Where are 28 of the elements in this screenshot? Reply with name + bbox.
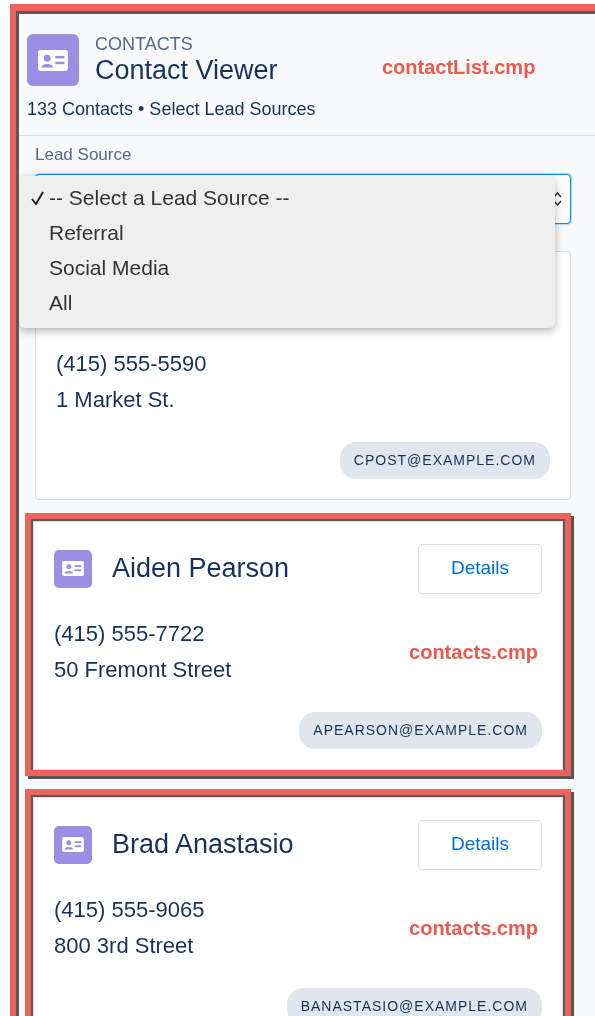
field-label: Lead Source bbox=[35, 144, 133, 166]
annotation-label: contactList.cmp bbox=[382, 55, 536, 80]
street-address: 1 Market St. bbox=[56, 385, 176, 414]
dropdown-option[interactable]: -- Select a Lead Source -- bbox=[19, 180, 555, 215]
email-badge: BANASTASIO@EXAMPLE.COM bbox=[286, 987, 542, 1016]
details-button[interactable]: Details bbox=[418, 543, 542, 594]
contact-name: Brad Anastasio bbox=[112, 828, 294, 862]
annotation-label: contacts.cmp bbox=[409, 639, 538, 665]
details-button[interactable]: Details bbox=[418, 819, 542, 870]
up-down-arrows-icon bbox=[553, 190, 562, 207]
contact-card-icon bbox=[54, 825, 92, 864]
email-badge: APEARSON@EXAMPLE.COM bbox=[299, 711, 542, 749]
street-address: 800 3rd Street bbox=[54, 931, 195, 960]
phone-number: (415) 555-5590 bbox=[56, 349, 207, 378]
dropdown-option[interactable]: All bbox=[19, 285, 555, 320]
phone-number: (415) 555-9065 bbox=[54, 895, 205, 924]
annotation-label: contacts.cmp bbox=[409, 915, 538, 941]
object-label: CONTACTS bbox=[95, 34, 194, 54]
email-badge: CPOST@EXAMPLE.COM bbox=[339, 441, 550, 479]
dropdown-option[interactable]: Referral bbox=[19, 215, 555, 250]
dropdown-option[interactable]: Social Media bbox=[19, 250, 555, 285]
contact-card-icon bbox=[54, 549, 92, 588]
summary-text: 133 Contacts • Select Lead Sources bbox=[27, 98, 317, 121]
contact-name: Aiden Pearson bbox=[112, 552, 290, 586]
page-title: Contact Viewer bbox=[95, 54, 278, 86]
street-address: 50 Fremont Street bbox=[54, 655, 232, 684]
phone-number: (415) 555-7722 bbox=[54, 619, 206, 648]
contact-card-icon bbox=[27, 34, 79, 86]
